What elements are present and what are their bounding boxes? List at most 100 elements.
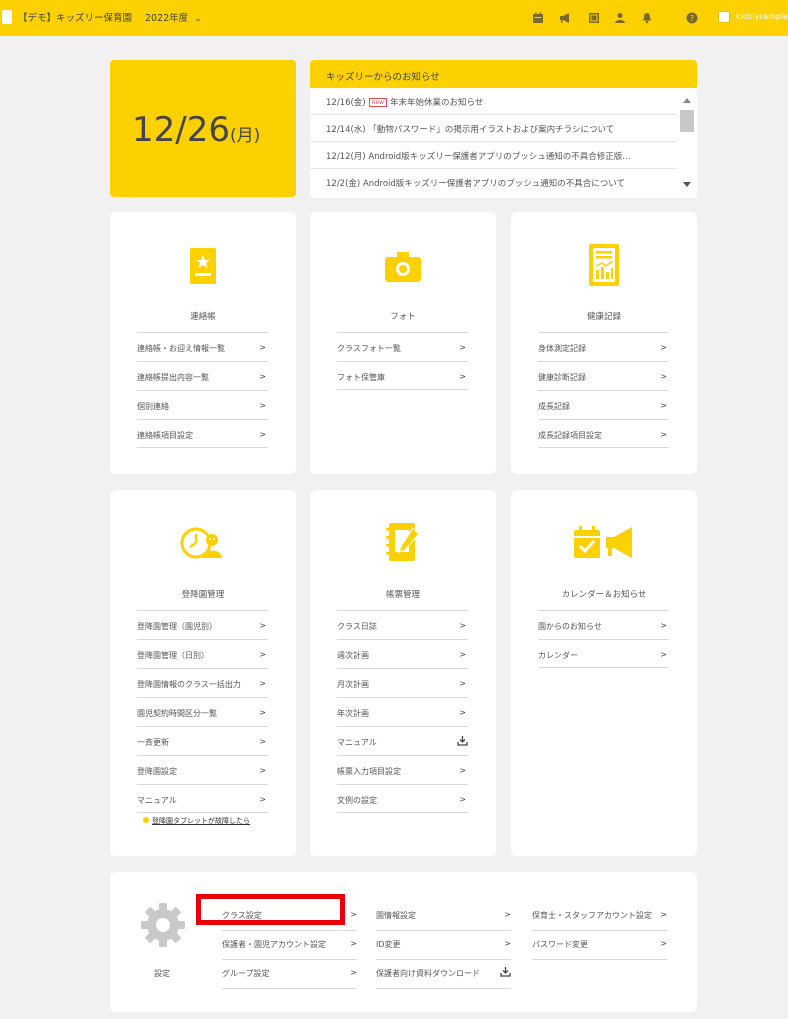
calendar-icon[interactable] (532, 12, 544, 24)
chevron-right-icon: > (504, 910, 511, 919)
news-date: 12/2(金) (326, 179, 361, 189)
card-title: 帳票管理 (385, 590, 420, 600)
news-item[interactable]: 12/16(金) new 年末年始休業のお知らせ (310, 88, 677, 115)
link-label: 登降園設定 (137, 767, 177, 776)
app-title: 【デモ】キッズリー保育園 (18, 13, 133, 24)
link-item[interactable]: 健康診断記録 > (538, 361, 669, 390)
link-item[interactable]: 園児契約時間区分一覧 > (137, 697, 268, 726)
chevron-right-icon: > (259, 679, 266, 688)
id-change-link[interactable]: ID変更 > (376, 931, 511, 960)
health-chart-icon (586, 242, 622, 288)
current-date: 12/26(月) (132, 110, 260, 150)
facility-info-settings-link[interactable]: 園情報設定 > (376, 902, 511, 931)
guardian-account-settings-link[interactable]: 保護者・園児アカウント設定 > (222, 931, 357, 960)
news-text: 年末年始休業のお知らせ (390, 98, 484, 108)
link-item[interactable]: 年次計画 > (337, 697, 468, 726)
chevron-right-icon: > (660, 910, 667, 919)
document-icon[interactable] (588, 12, 600, 24)
scroll-down-arrow[interactable] (683, 182, 691, 187)
account-name[interactable]: kidslysample (736, 12, 788, 21)
news-item[interactable]: 12/12(月) Android版キッズリー保護者アプリのプッシュ通知の不具合修… (310, 142, 677, 169)
chevron-right-icon: > (259, 766, 266, 775)
link-item[interactable]: 登降園設定 > (137, 755, 268, 784)
link-label: 登降園管理（園児別） (137, 622, 217, 631)
chevron-right-icon: > (459, 372, 466, 381)
news-scrollbar[interactable] (677, 88, 697, 198)
download-icon (500, 967, 511, 979)
staff-account-settings-link[interactable]: 保育士・スタッフアカウント設定 > (532, 902, 667, 931)
chevron-right-icon: > (660, 621, 667, 630)
link-item[interactable]: 月次計画 > (337, 668, 468, 697)
link-item[interactable]: クラスフォト一覧 > (337, 332, 468, 361)
link-item[interactable]: 登降園管理（園児別） > (137, 610, 268, 639)
link-item[interactable]: 成長記録項目設定 > (538, 419, 669, 448)
guardian-materials-download-link[interactable]: 保護者向け資料ダウンロード (376, 960, 511, 989)
card-health: 健康記録 身体測定記録 > 健康診断記録 > 成長記録 > 成長記録項目設定 > (511, 212, 697, 474)
link-label: 登降園管理（日別） (137, 651, 209, 660)
chevron-right-icon: > (459, 621, 466, 630)
megaphone-icon[interactable] (559, 12, 571, 24)
link-item[interactable]: 連絡帳提出内容一覧 > (137, 361, 268, 390)
link-label: フォト保管庫 (337, 373, 385, 382)
card-documents: 帳票管理 クラス日誌 > 週次計画 > 月次計画 > 年次計画 > マニュアル 帳票入力… (310, 490, 496, 856)
year-select[interactable]: 2022年度 ⌄ (145, 10, 202, 24)
link-item[interactable]: クラス日誌 > (337, 610, 468, 639)
top-bar: 【デモ】キッズリー保育園 2022年度 ⌄ ? kidslysample (0, 0, 788, 36)
tablet-broken-link[interactable]: 登降園タブレットが故障したら (143, 816, 250, 826)
link-item[interactable]: 一斉更新 > (137, 726, 268, 755)
date-panel: 12/26(月) (110, 60, 296, 197)
card-attendance: 登降園管理 登降園管理（園児別） > 登降園管理（日別） > 登降園情報のクラス一括… (110, 490, 296, 856)
account-avatar[interactable] (718, 11, 730, 23)
link-item[interactable]: カレンダー > (538, 639, 669, 668)
link-label: 個別連絡 (137, 402, 169, 411)
link-label: 連絡帳・お迎え情報一覧 (137, 344, 225, 353)
link-item[interactable]: 帳票入力項目設定 > (337, 755, 468, 784)
link-label: 成長記録項目設定 (538, 431, 602, 440)
link-label: 園児契約時間区分一覧 (137, 709, 217, 718)
link-list: 登降園管理（園児別） > 登降園管理（日別） > 登降園情報のクラス一括出力 > 園児… (137, 610, 268, 813)
news-item[interactable]: 12/2(金) Android版キッズリー保護者アプリのプッシュ通知の不具合につ… (310, 169, 677, 196)
link-item[interactable]: 成長記録 > (538, 390, 669, 419)
link-label: 連絡帳提出内容一覧 (137, 373, 209, 382)
chevron-right-icon: > (259, 343, 266, 352)
link-label: 身体測定記録 (538, 344, 586, 353)
chevron-right-icon: > (660, 430, 667, 439)
card-title: 登降園管理 (181, 590, 225, 600)
link-item[interactable]: 身体測定記録 > (538, 332, 669, 361)
news-date: 12/14(水) (326, 125, 366, 135)
news-item[interactable]: 12/14(水) 「動物パスワード」の掲示用イラストおよび案内チラシについて (310, 115, 677, 142)
news-text: Android版キッズリー保護者アプリのプッシュ通知の不具合について (362, 179, 626, 189)
link-item[interactable]: 文例の設定 > (337, 784, 468, 813)
link-item[interactable]: 個別連絡 > (137, 390, 268, 419)
link-item[interactable]: 園からのお知らせ > (538, 610, 669, 639)
link-item[interactable]: 連絡帳項目設定 > (137, 419, 268, 448)
bell-icon[interactable] (641, 12, 653, 24)
chevron-right-icon: > (504, 939, 511, 948)
chevron-right-icon: > (459, 795, 466, 804)
chevron-right-icon: > (259, 401, 266, 410)
help-icon[interactable]: ? (686, 12, 698, 24)
link-item[interactable]: 週次計画 > (337, 639, 468, 668)
link-item[interactable]: 登降園管理（日別） > (137, 639, 268, 668)
link-item[interactable]: 連絡帳・お迎え情報一覧 > (137, 332, 268, 361)
link-label: マニュアル (137, 796, 177, 805)
link-label: 園情報設定 (376, 911, 416, 920)
password-change-link[interactable]: パスワード変更 > (532, 931, 667, 960)
link-item[interactable]: フォト保管庫 > (337, 361, 468, 390)
user-icon[interactable] (614, 12, 626, 24)
link-list: 連絡帳・お迎え情報一覧 > 連絡帳提出内容一覧 > 個別連絡 > 連絡帳項目設定 > (137, 332, 268, 448)
link-label: カレンダー (538, 651, 578, 660)
card-photo: フォト クラスフォト一覧 > フォト保管庫 > (310, 212, 496, 474)
scroll-thumb[interactable] (680, 110, 694, 132)
link-label: クラスフォト一覧 (337, 344, 401, 353)
link-label: 保護者・園児アカウント設定 (222, 940, 326, 949)
news-panel: キッズリーからのお知らせ 12/16(金) new 年末年始休業のお知らせ 12/1… (310, 60, 697, 198)
note-label: 登降園タブレットが故障したら (152, 817, 250, 825)
scroll-up-arrow[interactable] (683, 98, 691, 103)
chevron-right-icon: > (259, 621, 266, 630)
link-item[interactable]: マニュアル (337, 726, 468, 755)
link-item[interactable]: マニュアル > (137, 784, 268, 813)
link-item[interactable]: 登降園情報のクラス一括出力 > (137, 668, 268, 697)
link-label: 年次計画 (337, 709, 369, 718)
group-settings-link[interactable]: グループ設定 > (222, 960, 357, 989)
